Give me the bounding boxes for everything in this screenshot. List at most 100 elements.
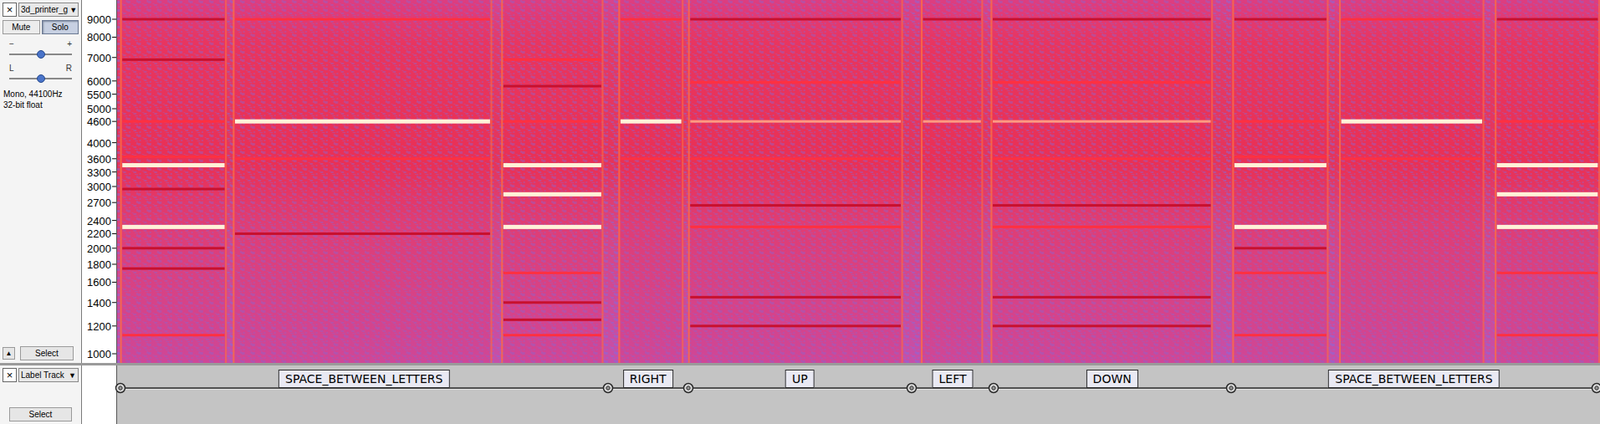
track-info-line: Mono, 44100Hz: [2, 89, 79, 101]
label-boundary-icon[interactable]: [682, 382, 695, 394]
tone-line: [503, 58, 602, 62]
audio-track: ×3d_printer_g▼ MuteSolo −+ LR Mono, 44100Hz 3…: [0, 0, 1600, 363]
track-name-menu[interactable]: Label Track▼: [18, 368, 79, 383]
tone-line: [122, 18, 225, 21]
ruler-tick: 2400: [86, 214, 117, 228]
ruler-tick: 5500: [86, 88, 117, 102]
tone-line: [923, 120, 982, 123]
svg-text:1800: 1800: [86, 258, 112, 271]
label-text[interactable]: SPACE_BETWEEN_LETTERS: [278, 369, 450, 389]
ruler-tick: 1800: [86, 258, 117, 271]
sound-segment: [618, 0, 684, 363]
label-text[interactable]: UP: [785, 369, 815, 389]
label-text[interactable]: DOWN: [1086, 369, 1139, 389]
tone-line: [992, 157, 1212, 160]
tone-line: [122, 188, 225, 191]
svg-text:1200: 1200: [86, 320, 112, 333]
svg-text:2400: 2400: [86, 214, 112, 228]
gain-slider[interactable]: −+: [2, 37, 79, 59]
tone-line: [1497, 163, 1599, 168]
ruler-tick: 5000: [86, 102, 117, 116]
pan-slider[interactable]: LR: [2, 61, 79, 83]
tone-line: [1497, 120, 1599, 123]
close-track-button[interactable]: ×: [2, 2, 17, 17]
label-boundary-icon[interactable]: [987, 382, 1000, 394]
spectrogram[interactable]: [117, 0, 1600, 363]
label-track-control-panel: ×Label Track▼ Select: [0, 365, 82, 424]
sound-segment: [500, 0, 604, 363]
tone-line: [503, 318, 602, 322]
ruler-tick: 1400: [86, 296, 117, 310]
tone-line: [620, 119, 682, 124]
sound-segment: [1231, 0, 1329, 363]
ruler-tick: 1200: [86, 320, 117, 333]
gain-slider-track[interactable]: [9, 50, 72, 59]
label-area[interactable]: SPACE_BETWEEN_LETTERS RIGHT UP LEFT DOWN SPAC…: [117, 365, 1600, 424]
sound-segment: [1494, 0, 1600, 363]
tone-line: [992, 120, 1212, 123]
ruler-tick: 1600: [86, 276, 117, 289]
label-boundary-icon[interactable]: [1590, 382, 1600, 394]
ruler-tick: 3300: [86, 166, 117, 179]
tone-line: [1234, 246, 1327, 250]
track-name-menu[interactable]: 3d_printer_g▼: [18, 2, 79, 17]
svg-text:4600: 4600: [86, 115, 112, 128]
tone-line: [1341, 18, 1483, 21]
ruler-tick: 8000: [86, 30, 117, 44]
tone-line: [503, 333, 602, 337]
sound-segment: [920, 0, 983, 363]
tone-line: [992, 18, 1212, 21]
pan-slider-thumb[interactable]: [36, 74, 46, 83]
tone-line: [503, 271, 602, 275]
ruler-spacer: [81, 365, 118, 424]
label-text[interactable]: RIGHT: [623, 369, 674, 389]
tone-line: [1234, 224, 1327, 230]
tone-line: [235, 18, 491, 21]
tone-line: [1341, 119, 1483, 124]
track-footer: Select: [2, 407, 79, 422]
sound-segment: [688, 0, 904, 363]
dropdown-icon: ▼: [68, 371, 77, 380]
tone-line: [503, 120, 602, 123]
gain-slider-thumb[interactable]: [36, 50, 46, 59]
tone-line: [690, 204, 901, 207]
tone-line: [503, 192, 602, 197]
ruler-tick: 3600: [86, 153, 117, 166]
svg-text:8000: 8000: [86, 30, 112, 44]
mute-button[interactable]: Mute: [2, 20, 41, 35]
tone-line: [992, 296, 1212, 299]
tone-line: [690, 18, 901, 21]
dropdown-icon: ▼: [69, 5, 77, 15]
label-text[interactable]: SPACE_BETWEEN_LETTERS: [1328, 369, 1499, 389]
sound-segment: [232, 0, 492, 363]
tone-line: [1341, 157, 1483, 160]
pan-slider-track[interactable]: [9, 74, 72, 83]
close-track-button[interactable]: ×: [2, 368, 17, 383]
label-boundary-icon[interactable]: [1225, 382, 1238, 394]
select-button[interactable]: Select: [9, 407, 72, 422]
label-boundary-icon[interactable]: [114, 382, 127, 394]
track-header: ×3d_printer_g▼: [2, 2, 79, 17]
label-boundary-icon[interactable]: [905, 382, 918, 394]
tone-line: [503, 84, 602, 87]
tone-line: [992, 204, 1212, 207]
track-control-panel: ×3d_printer_g▼ MuteSolo −+ LR Mono, 44100Hz 3…: [0, 0, 82, 363]
solo-button[interactable]: Solo: [41, 20, 80, 35]
tone-line: [923, 18, 982, 21]
track-footer: ▲ Select: [2, 346, 79, 361]
ruler-tick: 1000: [86, 347, 117, 361]
tone-line: [235, 157, 491, 160]
label-boundary-icon[interactable]: [602, 382, 614, 394]
frequency-ruler: 9000800070006000550050004600400036003300…: [81, 0, 118, 363]
collapse-button[interactable]: ▲: [2, 347, 16, 360]
tone-line: [1234, 271, 1327, 275]
gain-slider-ends: −+: [9, 39, 72, 49]
pan-slider-min-label: L: [9, 63, 15, 73]
svg-text:1000: 1000: [86, 347, 112, 361]
select-button[interactable]: Select: [20, 346, 74, 361]
tone-line: [1497, 18, 1599, 21]
svg-text:7000: 7000: [86, 51, 112, 65]
pan-slider-ends: LR: [9, 63, 72, 73]
label-text[interactable]: LEFT: [932, 369, 974, 389]
ruler-tick: 2700: [86, 196, 117, 210]
